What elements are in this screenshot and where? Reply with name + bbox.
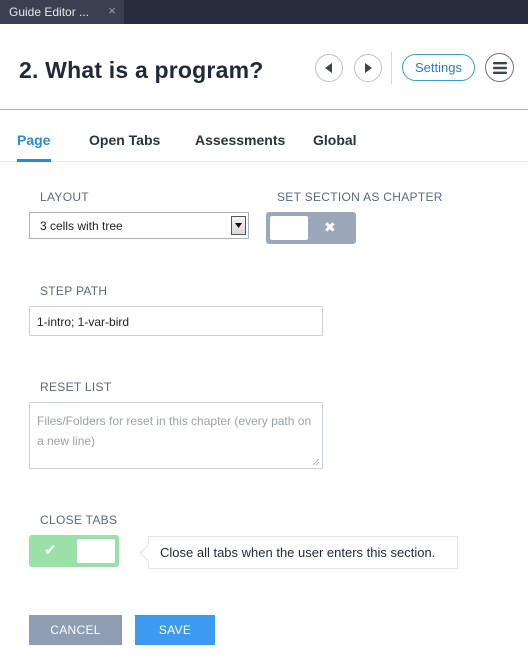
next-arrow-icon xyxy=(365,63,372,73)
resize-grip-icon[interactable] xyxy=(312,458,320,466)
settings-button[interactable]: Settings xyxy=(402,54,475,81)
active-tab-indicator xyxy=(17,159,51,162)
tooltip-arrow xyxy=(139,544,157,562)
reset-list-textarea[interactable]: Files/Folders for reset in this chapter … xyxy=(29,402,323,469)
tab-global[interactable]: Global xyxy=(313,132,357,148)
chapter-label: SET SECTION AS CHAPTER xyxy=(277,190,443,204)
header-divider xyxy=(391,52,392,84)
cross-icon: ✖ xyxy=(324,219,336,235)
cancel-button[interactable]: CANCEL xyxy=(29,615,122,645)
tab-page[interactable]: Page xyxy=(17,132,50,148)
prev-step-button[interactable] xyxy=(315,54,343,82)
layout-select[interactable]: 3 cells with tree xyxy=(29,212,249,239)
dropdown-arrow-icon[interactable] xyxy=(231,216,246,235)
save-button[interactable]: SAVE xyxy=(135,615,215,645)
tab-assessments[interactable]: Assessments xyxy=(195,132,285,148)
step-path-input[interactable]: 1-intro; 1-var-bird xyxy=(29,306,323,336)
chapter-toggle[interactable]: ✖ xyxy=(266,212,356,244)
close-tabs-tooltip: Close all tabs when the user enters this… xyxy=(139,536,458,569)
page-title: 2. What is a program? xyxy=(19,57,264,83)
guide-editor-tab-title: Guide Editor ... xyxy=(9,5,90,19)
close-tabs-toggle[interactable]: ✔ xyxy=(29,535,119,567)
header: 2. What is a program? Settings xyxy=(0,24,528,110)
toggle-knob xyxy=(270,216,308,240)
close-tab-icon[interactable]: × xyxy=(106,4,118,18)
menu-button[interactable] xyxy=(485,53,514,82)
toggle-knob xyxy=(77,539,115,563)
section-tabs: Page Open Tabs Assessments Global xyxy=(0,110,528,162)
hamburger-menu-icon xyxy=(492,61,507,74)
tab-open-tabs[interactable]: Open Tabs xyxy=(89,132,160,148)
close-tabs-label: CLOSE TABS xyxy=(40,513,118,527)
guide-editor-tab[interactable]: Guide Editor ... × xyxy=(0,0,124,24)
window-tab-strip: Guide Editor ... × xyxy=(0,0,528,24)
close-tabs-tooltip-text: Close all tabs when the user enters this… xyxy=(160,545,436,560)
prev-arrow-icon xyxy=(325,63,332,73)
reset-list-placeholder: Files/Folders for reset in this chapter … xyxy=(37,414,312,448)
reset-list-label: RESET LIST xyxy=(40,380,112,394)
step-path-label: STEP PATH xyxy=(40,284,108,298)
layout-label: LAYOUT xyxy=(40,190,89,204)
layout-select-value: 3 cells with tree xyxy=(40,219,123,233)
check-icon: ✔ xyxy=(44,542,57,559)
next-step-button[interactable] xyxy=(354,54,382,82)
